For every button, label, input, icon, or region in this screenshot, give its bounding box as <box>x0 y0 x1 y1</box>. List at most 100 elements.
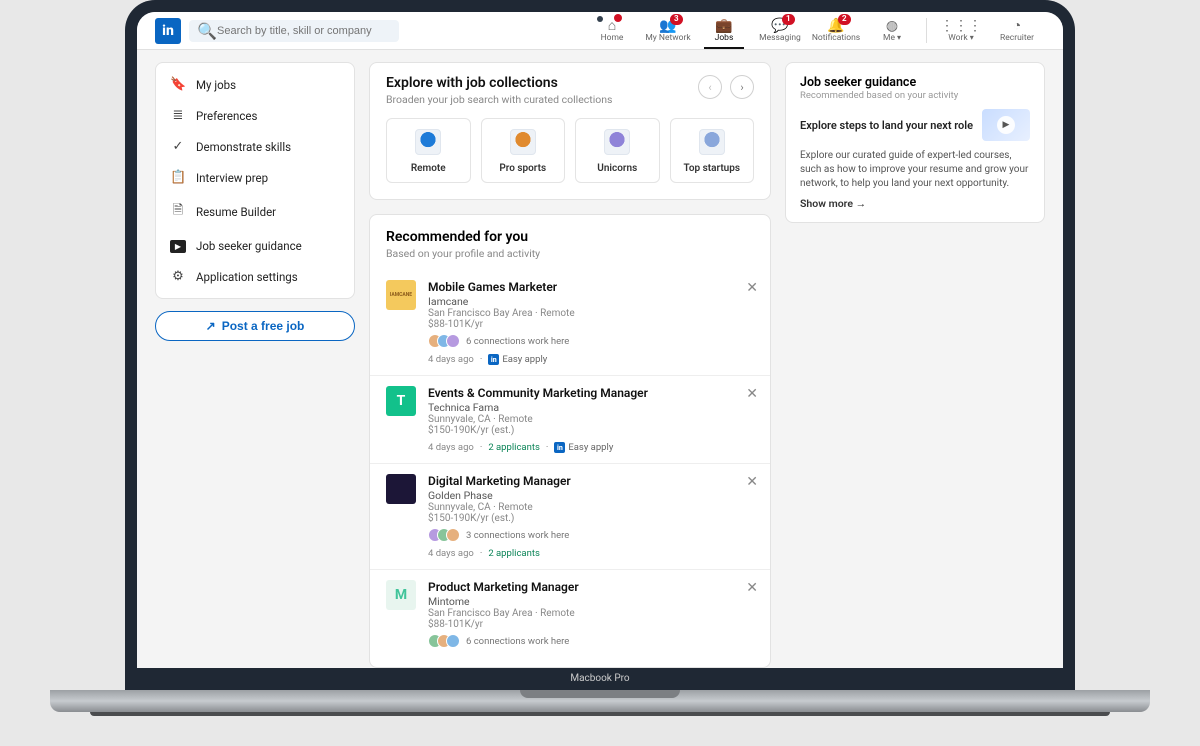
dismiss-job-button[interactable]: ✕ <box>746 386 758 402</box>
search-icon: 🔍 <box>197 21 217 40</box>
sidebar-item-preferences[interactable]: ≣ Preferences <box>156 100 354 131</box>
job-card: IAMCANEMobile Games MarketerIamcaneSan F… <box>370 270 770 375</box>
avatar <box>446 634 460 648</box>
job-card: Digital Marketing ManagerGolden PhaseSun… <box>370 463 770 569</box>
job-connections: 6 connections work here <box>428 634 754 648</box>
sidebar-item-application-settings[interactable]: ⚙ Application settings <box>156 261 354 292</box>
sidebar: 🔖 My jobs ≣ Preferences ✓ Demonstrate sk… <box>155 62 355 299</box>
nav-recruiter[interactable]: ◔ Recruiter <box>989 12 1045 49</box>
sidebar-item-interview-prep[interactable]: 📋 Interview prep <box>156 162 354 193</box>
gear-icon: ⚙ <box>170 269 186 284</box>
job-title[interactable]: Product Marketing Manager <box>428 580 754 594</box>
linkedin-logo[interactable]: in <box>155 18 181 44</box>
collection-item-unicorns[interactable]: Unicorns <box>575 118 660 183</box>
sidebar-item-demonstrate-skills[interactable]: ✓ Demonstrate skills <box>156 131 354 162</box>
nav-messaging-label: Messaging <box>759 33 801 43</box>
nav-messaging[interactable]: 💬 Messaging 1 <box>752 12 808 49</box>
avatar-icon: ◍ <box>886 19 898 33</box>
job-card: MProduct Marketing ManagerMintomeSan Fra… <box>370 569 770 658</box>
job-applicants: 2 applicants <box>488 442 540 453</box>
guidance-video-thumbnail[interactable] <box>982 109 1030 141</box>
nav-home-label: Home <box>601 33 624 43</box>
job-salary: $88-101K/yr <box>428 619 754 630</box>
collections-prev-button[interactable]: ‹ <box>698 75 722 99</box>
collection-icon <box>510 129 536 155</box>
laptop-base <box>50 690 1150 712</box>
sidebar-item-label: Resume Builder <box>196 205 276 219</box>
collection-item-remote[interactable]: Remote <box>386 118 471 183</box>
nav-work-label: Work <box>948 33 973 43</box>
collection-label: Remote <box>411 163 446 174</box>
sidebar-item-label: Job seeker guidance <box>196 239 302 253</box>
guidance-body: Explore our curated guide of expert-led … <box>800 149 1030 191</box>
search-wrap: 🔍 <box>189 19 399 42</box>
collections-title: Explore with job collections <box>386 75 698 91</box>
search-input[interactable] <box>189 20 399 42</box>
company-logo: IAMCANE <box>386 280 416 310</box>
guidance-show-more[interactable]: Show more <box>800 197 1030 210</box>
sidebar-item-my-jobs[interactable]: 🔖 My jobs <box>156 69 354 100</box>
job-salary: $150-190K/yr (est.) <box>428 513 754 524</box>
collection-item-top-startups[interactable]: Top startups <box>670 118 755 183</box>
nav-me-label: Me <box>883 33 901 43</box>
job-location: San Francisco Bay Area · Remote <box>428 308 754 319</box>
job-title[interactable]: Digital Marketing Manager <box>428 474 754 488</box>
bookmark-icon: 🔖 <box>170 77 186 92</box>
post-free-job-button[interactable]: ↗ Post a free job <box>155 311 355 341</box>
job-applicants: 2 applicants <box>488 548 540 559</box>
nav-network-badge: 3 <box>670 14 683 25</box>
job-location: Sunnyvale, CA · Remote <box>428 502 754 513</box>
nav-me[interactable]: ◍ Me <box>864 12 920 49</box>
sidebar-item-label: Interview prep <box>196 171 268 185</box>
dismiss-job-button[interactable]: ✕ <box>746 474 758 490</box>
guidance-subtitle: Recommended based on your activity <box>800 90 1030 101</box>
nav-network[interactable]: 👥 My Network 3 <box>640 12 696 49</box>
right-rail: Job seeker guidance Recommended based on… <box>785 62 1045 668</box>
nav-notifications[interactable]: 🔔 Notifications 2 <box>808 12 864 49</box>
nav-home-badge <box>614 14 622 22</box>
job-age: 4 days ago <box>428 354 474 365</box>
job-title[interactable]: Mobile Games Marketer <box>428 280 754 294</box>
job-company: Golden Phase <box>428 489 754 502</box>
job-title[interactable]: Events & Community Marketing Manager <box>428 386 754 400</box>
center-column: Explore with job collections Broaden you… <box>369 62 771 668</box>
avatar <box>446 334 460 348</box>
job-location: Sunnyvale, CA · Remote <box>428 414 754 425</box>
collection-item-pro-sports[interactable]: Pro sports <box>481 118 566 183</box>
dismiss-job-button[interactable]: ✕ <box>746 280 758 296</box>
job-age: 4 days ago <box>428 442 474 453</box>
sidebar-item-label: Preferences <box>196 109 257 123</box>
job-card: TEvents & Community Marketing ManagerTec… <box>370 375 770 463</box>
nav-messaging-badge: 1 <box>782 14 795 25</box>
nav-jobs[interactable]: 💼 Jobs <box>696 12 752 49</box>
recommended-subtitle: Based on your profile and activity <box>386 247 754 260</box>
sidebar-item-label: Demonstrate skills <box>196 140 291 154</box>
company-logo: T <box>386 386 416 416</box>
collections-next-button[interactable]: › <box>730 75 754 99</box>
job-salary: $150-190K/yr (est.) <box>428 425 754 436</box>
nav-jobs-label: Jobs <box>715 33 734 43</box>
post-free-job-label: Post a free job <box>222 319 305 333</box>
easy-apply: inEasy apply <box>488 354 547 365</box>
nav-work[interactable]: ⋮⋮⋮ Work <box>933 12 989 49</box>
sidebar-item-resume-builder[interactable]: 🗎 Resume Builder <box>156 193 354 231</box>
jobs-icon: 💼 <box>715 19 732 33</box>
job-location: San Francisco Bay Area · Remote <box>428 608 754 619</box>
collection-icon <box>699 129 725 155</box>
dismiss-job-button[interactable]: ✕ <box>746 580 758 596</box>
nav-recruiter-label: Recruiter <box>1000 33 1034 43</box>
linkedin-mini-icon: in <box>488 354 499 365</box>
preferences-icon: ≣ <box>170 108 186 123</box>
recruiter-icon: ◔ <box>1013 19 1021 33</box>
job-salary: $88-101K/yr <box>428 319 754 330</box>
sidebar-item-job-seeker-guidance[interactable]: ▶ Job seeker guidance <box>156 231 354 261</box>
nav-home[interactable]: ⌂ Home <box>584 12 640 49</box>
recommended-card: Recommended for you Based on your profil… <box>369 214 771 668</box>
check-icon: ✓ <box>170 139 186 154</box>
collection-label: Pro sports <box>499 163 546 174</box>
sidebar-item-label: My jobs <box>196 78 236 92</box>
sidebar-item-label: Application settings <box>196 270 298 284</box>
play-icon: ▶ <box>170 240 186 253</box>
avatar <box>446 528 460 542</box>
guidance-card-title: Explore steps to land your next role <box>800 119 974 132</box>
